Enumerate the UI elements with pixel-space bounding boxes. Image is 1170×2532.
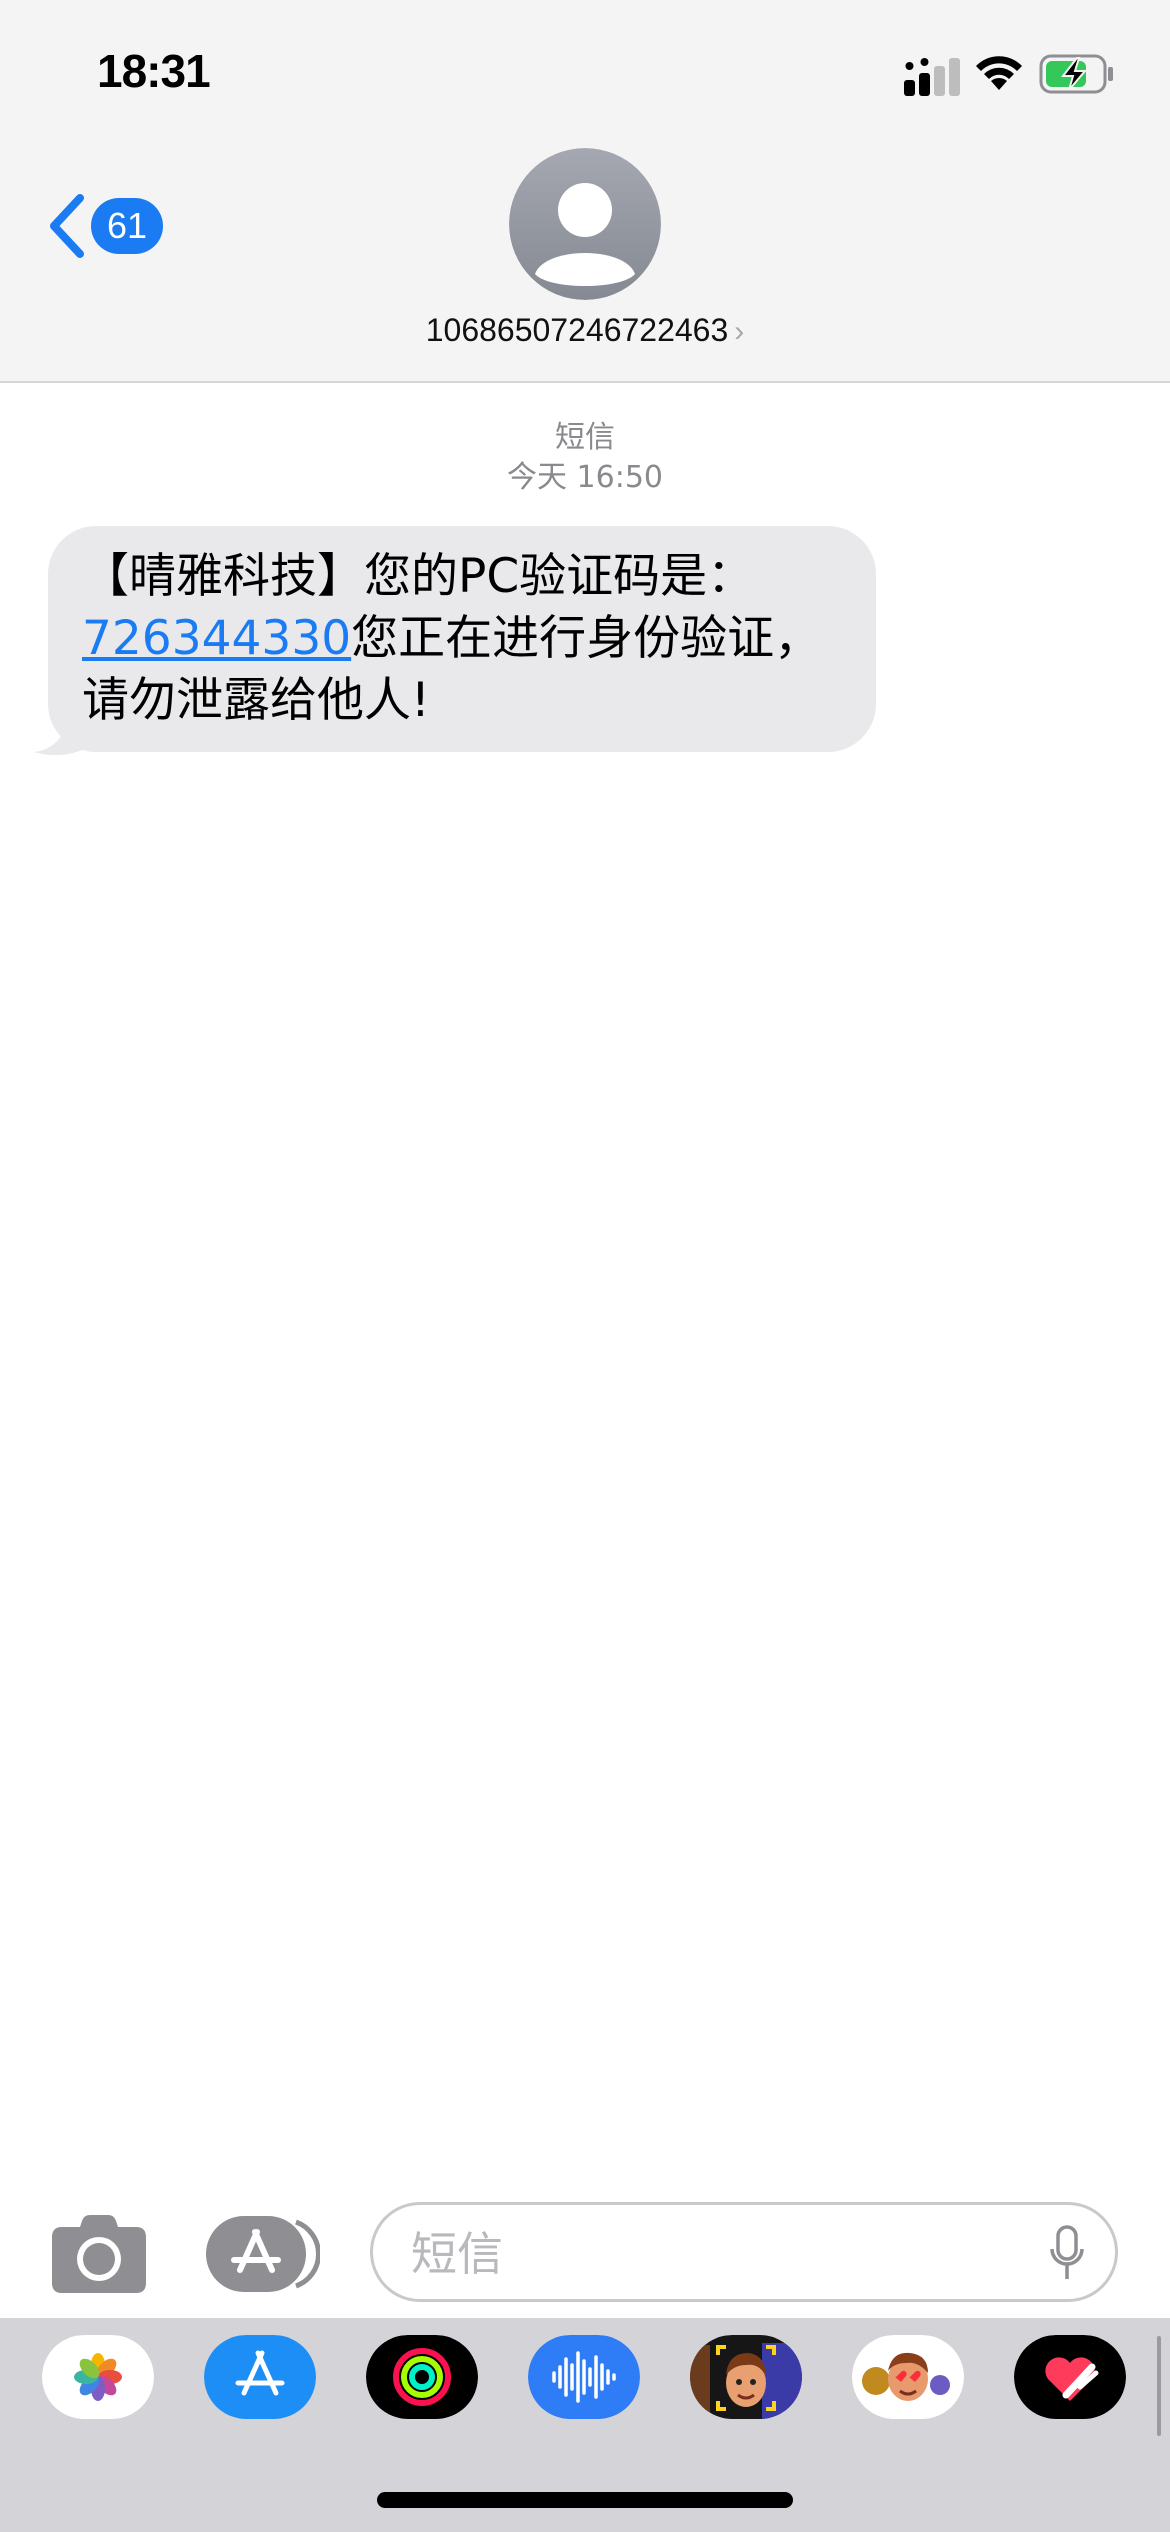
message-text-before: 【晴雅科技】您的PC验证码是： xyxy=(82,549,755,604)
conversation-header: 18:31 61 10686507246722463 › xyxy=(0,0,1170,383)
memoji-icon[interactable] xyxy=(690,2335,802,2419)
message-input[interactable] xyxy=(409,2217,1013,2291)
drawer-scroll-indicator xyxy=(1157,2336,1161,2436)
message-text: 【晴雅科技】您的PC验证码是：726344330您正在进行身份验证，请勿泄露给他… xyxy=(82,546,852,732)
chevron-left-icon xyxy=(50,194,84,258)
photos-app-icon[interactable] xyxy=(42,2335,154,2419)
message-timestamp: 今天 16:50 xyxy=(507,460,663,495)
message-input-field[interactable] xyxy=(370,2202,1118,2302)
digital-touch-heart-icon[interactable] xyxy=(1014,2335,1126,2419)
unread-count-badge: 61 xyxy=(91,198,163,254)
message-bubble[interactable]: 【晴雅科技】您的PC验证码是：726344330您正在进行身份验证，请勿泄露给他… xyxy=(30,526,876,756)
verification-code-link[interactable]: 726344330 xyxy=(82,611,351,666)
battery-charging-icon xyxy=(1039,54,1113,94)
microphone-icon[interactable] xyxy=(1049,2225,1085,2281)
home-indicator[interactable] xyxy=(377,2492,793,2508)
memoji-stickers-icon[interactable] xyxy=(852,2335,964,2419)
back-button[interactable]: 61 xyxy=(46,190,166,262)
app-store-drawer-icon[interactable] xyxy=(206,2216,320,2292)
wifi-icon xyxy=(976,56,1022,90)
chevron-right-icon: › xyxy=(734,315,745,348)
contact-avatar[interactable] xyxy=(509,148,661,300)
camera-icon[interactable] xyxy=(52,2215,146,2293)
app-store-icon[interactable] xyxy=(204,2335,316,2419)
cellular-signal-icon xyxy=(904,58,960,96)
activity-rings-icon[interactable] xyxy=(366,2335,478,2419)
status-time: 18:31 xyxy=(97,45,211,97)
contact-name-button[interactable]: 10686507246722463 › xyxy=(0,312,1170,349)
service-label: 短信 xyxy=(555,420,615,455)
contact-number: 10686507246722463 xyxy=(425,312,729,348)
audio-waveform-icon[interactable] xyxy=(528,2335,640,2419)
